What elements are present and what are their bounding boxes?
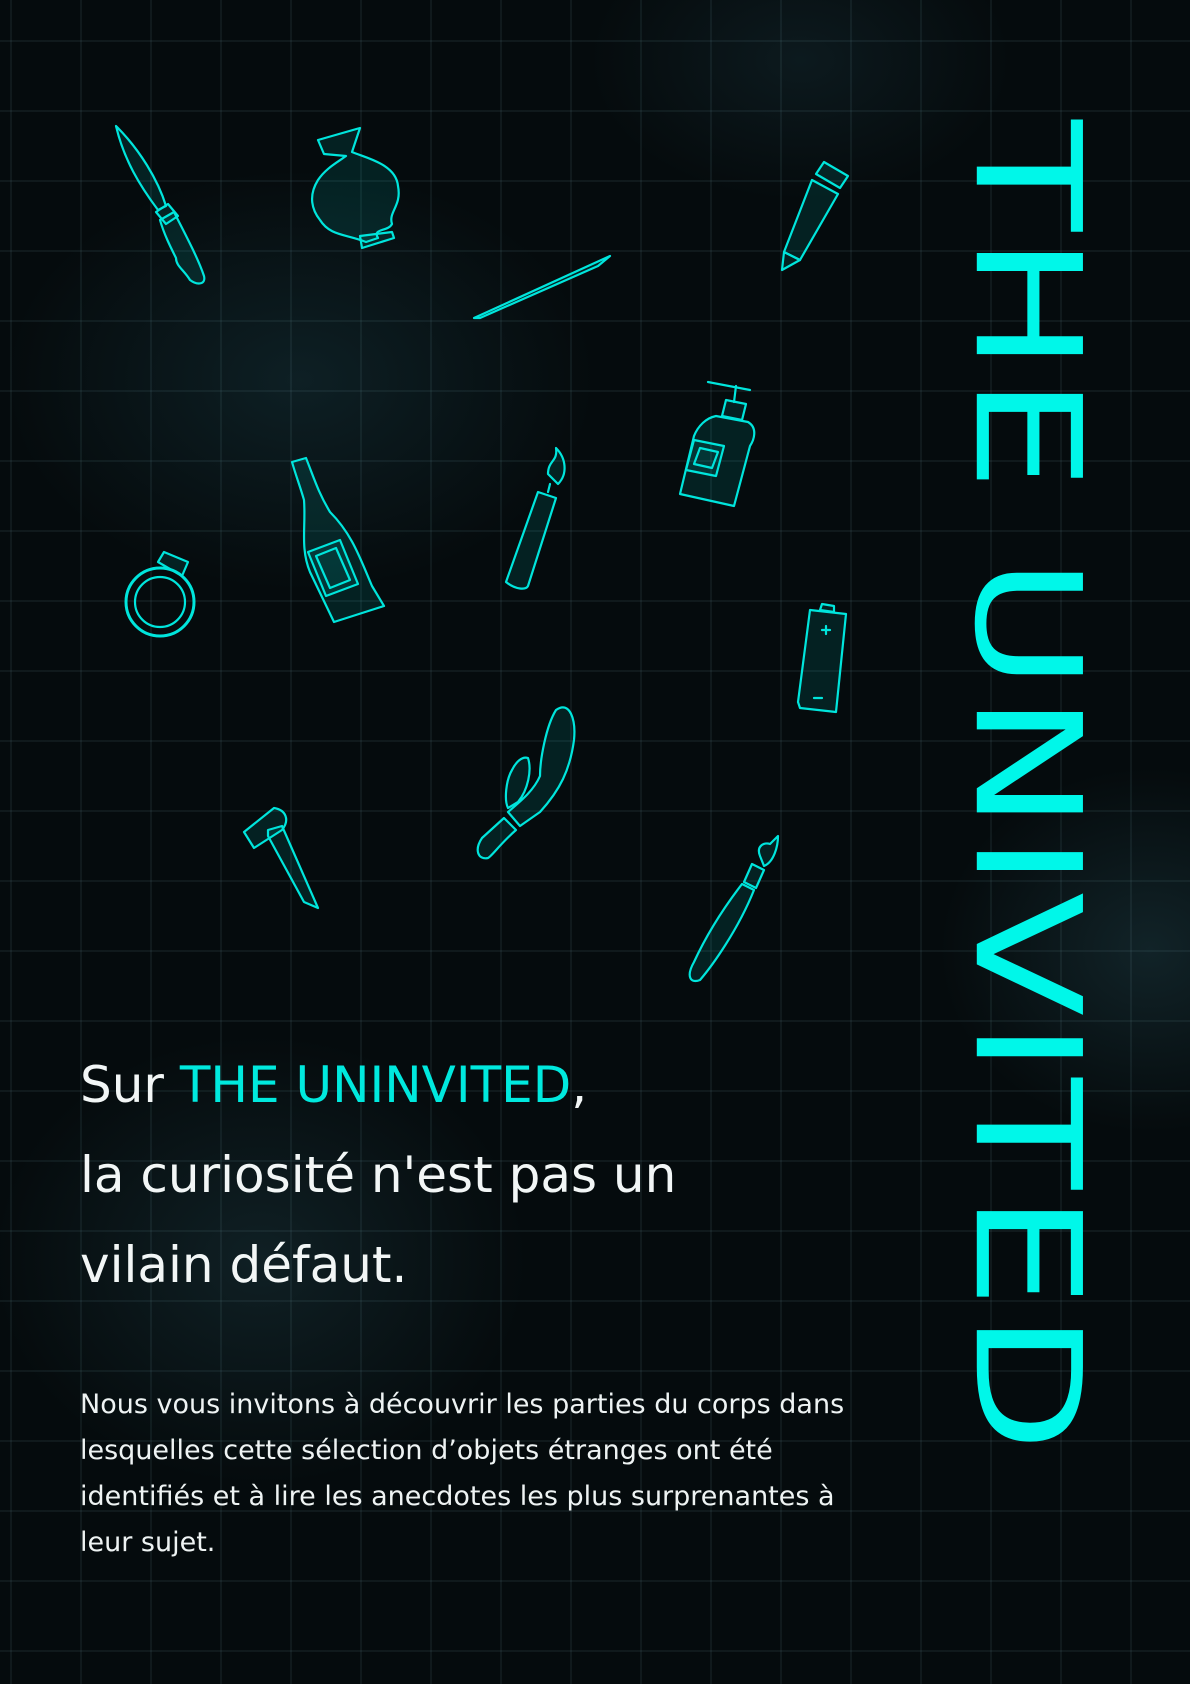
paintbrush-icon (688, 834, 780, 983)
ring-icon (124, 550, 196, 638)
headline-line-1: Sur THE UNINVITED, (80, 1040, 860, 1130)
headline-line-2: la curiosité n'est pas un (80, 1146, 677, 1204)
headline-prefix: Sur (80, 1056, 180, 1114)
body-text: Nous vous invitons à découvrir les parti… (80, 1389, 845, 1558)
poster: THE UNIVITED Sur THE UNINVITED, la curio… (0, 0, 1190, 1684)
headline-suffix: , (571, 1056, 588, 1114)
headline-accent: THE UNINVITED (179, 1056, 572, 1114)
headline-line-3: vilain défaut. (80, 1236, 408, 1294)
vibrator-icon (476, 706, 576, 860)
headline: Sur THE UNINVITED, la curiosité n'est pa… (80, 1040, 860, 1310)
candle-icon (504, 446, 566, 590)
wine-bottle-icon (290, 456, 386, 624)
nail-icon (242, 806, 320, 910)
pencil-icon (780, 160, 850, 272)
needle-icon (472, 254, 612, 320)
vertical-title: THE UNIVITED (942, 120, 1112, 1457)
soap-bottle-icon (678, 380, 756, 508)
vase-icon (311, 126, 400, 250)
battery-icon (796, 602, 848, 714)
knife-icon (114, 124, 206, 285)
